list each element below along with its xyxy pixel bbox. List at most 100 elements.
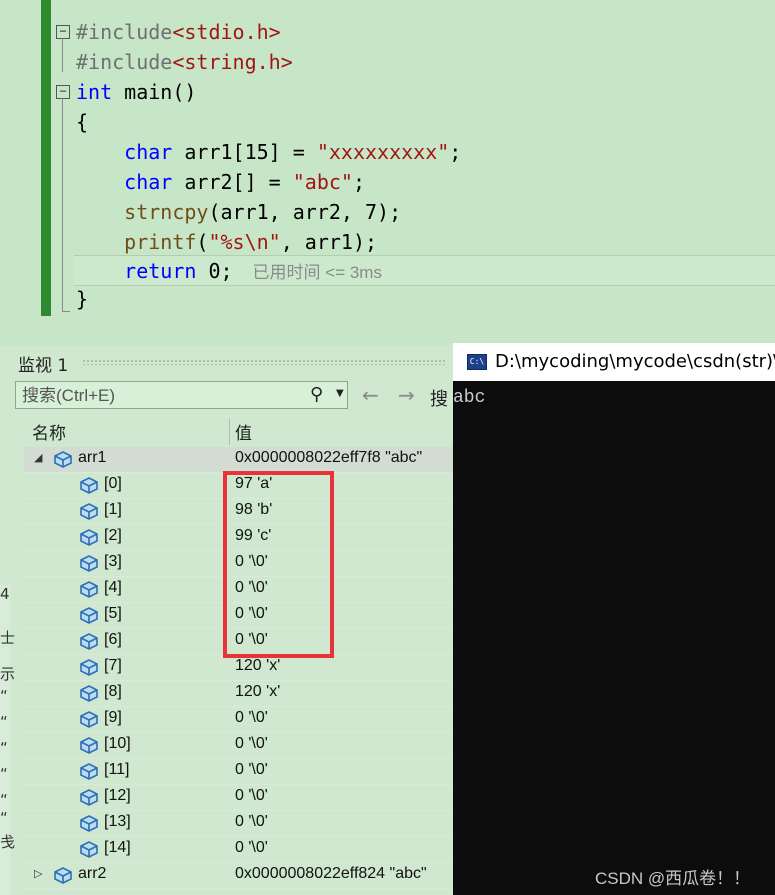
- code-line[interactable]: printf("%s\n", arr1);: [76, 227, 377, 257]
- code-token: <string.h>: [172, 50, 293, 74]
- column-header-value[interactable]: 值: [235, 419, 252, 444]
- code-line[interactable]: strncpy(arr1, arr2, 7);: [76, 197, 401, 227]
- clipped-text-fragment: 示: [0, 665, 16, 683]
- watch-row-name: [2]: [104, 527, 122, 544]
- clipped-text-fragment: “: [0, 791, 8, 809]
- elapsed-time-hint: 已用时间 <= 3ms: [252, 263, 382, 282]
- watch-element-row[interactable]: [11] 0 '\0': [24, 759, 455, 785]
- watch-title[interactable]: 监视 1: [18, 351, 68, 376]
- watch-element-row[interactable]: [7] 120 'x': [24, 655, 455, 681]
- code-line[interactable]: char arr2[] = "abc";: [76, 167, 365, 197]
- watermark: CSDN @西瓜卷！！: [595, 869, 751, 888]
- watch-row-name: [5]: [104, 605, 122, 622]
- code-line[interactable]: #include<stdio.h>: [76, 17, 281, 47]
- watch-element-row[interactable]: [12] 0 '\0': [24, 785, 455, 811]
- console-title-bar[interactable]: C:\ D:\mycoding\mycode\csdn(str)\x: [453, 343, 775, 381]
- left-panel-fragment: 4 士示 ““““““戋: [0, 585, 15, 895]
- change-tracking-bar: [41, 0, 51, 316]
- variable-cube-icon: [78, 579, 100, 599]
- search-input[interactable]: [20, 384, 304, 408]
- code-token: char: [76, 170, 173, 194]
- watch-row-name: [8]: [104, 683, 122, 700]
- code-token: , arr1);: [280, 230, 378, 254]
- variable-cube-icon: [78, 605, 100, 625]
- watch-element-row[interactable]: [10] 0 '\0': [24, 733, 455, 759]
- code-line[interactable]: char arr1[15] = "xxxxxxxxx";: [76, 137, 461, 167]
- code-token: #include: [76, 50, 173, 74]
- code-token: arr1[15] =: [172, 140, 317, 164]
- search-depth-label[interactable]: 搜: [430, 385, 448, 411]
- watch-row-name: [9]: [104, 709, 122, 726]
- code-line[interactable]: }: [76, 284, 88, 314]
- code-token: "abc": [292, 170, 353, 194]
- watch-row-value[interactable]: 0 '\0': [235, 787, 268, 805]
- watch-row-value[interactable]: 0x0000008022eff824 "abc": [235, 865, 427, 883]
- variable-cube-icon: [78, 813, 100, 833]
- clipped-text-fragment: 4: [0, 585, 10, 603]
- collapse-icon[interactable]: −: [56, 25, 70, 39]
- variable-cube-icon: [78, 501, 100, 521]
- watch-row-name: [14]: [104, 839, 131, 856]
- watch-variable-row[interactable]: ▷ arr2 0x0000008022eff824 "abc": [24, 863, 455, 889]
- watch-element-row[interactable]: [13] 0 '\0': [24, 811, 455, 837]
- fold-guide: [62, 38, 63, 72]
- variable-cube-icon: [78, 475, 100, 495]
- watch-row-value[interactable]: 120 'x': [235, 683, 280, 701]
- code-token: 0;: [196, 259, 233, 283]
- code-line[interactable]: return 0; 已用时间 <= 3ms: [76, 256, 382, 286]
- watch-element-row[interactable]: [14] 0 '\0': [24, 837, 455, 863]
- code-line[interactable]: int main(): [76, 77, 196, 107]
- code-token: strncpy: [76, 200, 209, 224]
- variable-cube-icon: [52, 865, 74, 885]
- variable-cube-icon: [78, 683, 100, 703]
- watch-row-value[interactable]: 0 '\0': [235, 839, 268, 857]
- chevron-down-icon[interactable]: ▼: [336, 388, 344, 399]
- variable-cube-icon: [78, 709, 100, 729]
- code-token: "%s\n": [208, 230, 281, 254]
- code-editor[interactable]: − − #include<stdio.h> #include<string.h> i…: [0, 0, 775, 345]
- search-icon[interactable]: ⚲: [310, 384, 323, 405]
- collapsed-triangle-icon[interactable]: ▷: [34, 867, 42, 880]
- console-window[interactable]: C:\ D:\mycoding\mycode\csdn(str)\x abc: [453, 343, 775, 895]
- code-token: (arr1, arr2, 7);: [208, 200, 402, 224]
- watch-row-name: [4]: [104, 579, 122, 596]
- watch-row-value[interactable]: 120 'x': [235, 657, 280, 675]
- watch-row-value[interactable]: 0 '\0': [235, 735, 268, 753]
- watch-row-name: [0]: [104, 475, 122, 492]
- code-token: {: [76, 110, 89, 134]
- column-divider[interactable]: [229, 419, 230, 445]
- watch-row-name: [7]: [104, 657, 122, 674]
- watch-row-value[interactable]: 0 '\0': [235, 813, 268, 831]
- watch-element-row[interactable]: [8] 120 'x': [24, 681, 455, 707]
- variable-cube-icon: [78, 553, 100, 573]
- watch-element-row[interactable]: [9] 0 '\0': [24, 707, 455, 733]
- watch-row-name: [10]: [104, 735, 131, 752]
- collapse-icon[interactable]: −: [56, 85, 70, 99]
- search-forward-arrow-icon[interactable]: →: [398, 383, 415, 407]
- clipped-text-fragment: “: [0, 687, 8, 705]
- column-header-name[interactable]: 名称: [32, 419, 66, 444]
- watch-row-name: arr2: [78, 865, 107, 882]
- code-token: ;: [352, 170, 366, 194]
- clipped-text-fragment: “: [0, 713, 8, 731]
- title-grip[interactable]: [82, 359, 447, 365]
- watch-row-value[interactable]: 0 '\0': [235, 709, 268, 727]
- search-back-arrow-icon[interactable]: ←: [362, 383, 379, 407]
- watch-row-name: [12]: [104, 787, 131, 804]
- watch-variable-row[interactable]: ◢ arr1 0x0000008022eff7f8 "abc": [24, 447, 455, 473]
- code-line[interactable]: {: [76, 107, 88, 137]
- watch-row-name: [3]: [104, 553, 122, 570]
- search-box[interactable]: ⚲ ▼: [15, 381, 348, 409]
- watch-row-value[interactable]: 0 '\0': [235, 761, 268, 779]
- fold-guide: [62, 98, 63, 312]
- code-line[interactable]: #include<string.h>: [76, 47, 293, 77]
- watch-column-headers: 名称 值: [24, 419, 455, 445]
- code-token: int: [76, 80, 113, 104]
- watch-row-name: [6]: [104, 631, 122, 648]
- code-token: #include: [76, 20, 173, 44]
- expanded-triangle-icon[interactable]: ◢: [34, 451, 42, 464]
- code-token: "xxxxxxxxx": [316, 140, 450, 164]
- annotation-red-box: [223, 471, 334, 658]
- code-token: return: [76, 259, 197, 283]
- watch-row-value[interactable]: 0x0000008022eff7f8 "abc": [235, 449, 422, 467]
